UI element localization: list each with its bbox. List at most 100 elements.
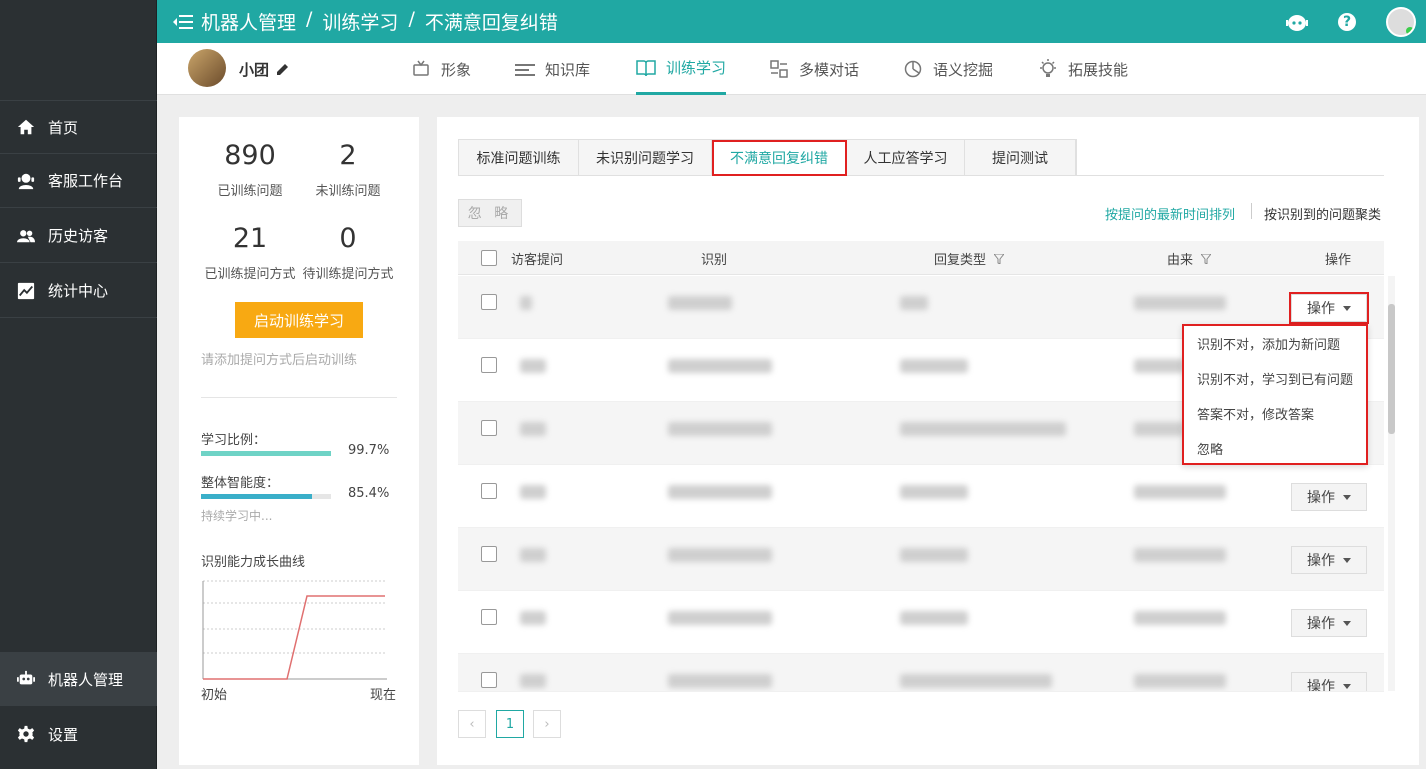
- tab-label: 拓展技能: [1068, 60, 1129, 79]
- sidebar-item-stats[interactable]: 统计中心: [0, 264, 157, 318]
- edit-icon[interactable]: [276, 62, 290, 76]
- tab-manual-answer[interactable]: 人工应答学习: [847, 140, 965, 176]
- row-action-button[interactable]: 操作: [1291, 672, 1367, 692]
- row-checkbox[interactable]: [481, 672, 497, 688]
- tab-unrecognized[interactable]: 未识别问题学习: [579, 140, 712, 176]
- redacted-reply-type: [900, 359, 968, 373]
- action-label: 操作: [1307, 553, 1335, 569]
- table-scrollbar[interactable]: [1388, 276, 1395, 691]
- redacted-source: [1134, 422, 1184, 436]
- menu-item-learn-existing[interactable]: 识别不对，学习到已有问题: [1184, 361, 1366, 396]
- intelligence-value: 85.4%: [348, 486, 390, 501]
- col-source-label: 由来: [1167, 253, 1194, 268]
- redacted-reply-type: [900, 611, 968, 625]
- redacted-recognition: [668, 422, 772, 436]
- learning-ratio-fill: [201, 451, 331, 456]
- users-icon: [16, 226, 36, 246]
- sidebar-item-label: 首页: [48, 118, 79, 137]
- redacted-question: [520, 611, 546, 625]
- row-action-button[interactable]: 操作: [1289, 292, 1369, 324]
- table-header: 访客提问 识别 回复类型 由来 操作: [458, 241, 1384, 275]
- action-label: 操作: [1307, 679, 1335, 692]
- untrained-questions-count: 2: [339, 140, 357, 171]
- row-action-button[interactable]: 操作: [1291, 609, 1367, 637]
- sidebar-item-label: 设置: [48, 725, 79, 744]
- start-training-button[interactable]: 启动训练学习: [235, 302, 363, 338]
- menu-toggle-icon[interactable]: [173, 14, 193, 30]
- redacted-source: [1134, 611, 1226, 625]
- page-button-current[interactable]: 1: [496, 710, 524, 738]
- chevron-down-icon: [1343, 305, 1351, 311]
- col-reply-type: 回复类型: [934, 249, 1005, 268]
- menu-item-edit-answer[interactable]: 答案不对，修改答案: [1184, 396, 1366, 431]
- list-icon: [515, 59, 535, 79]
- scrollbar-thumb[interactable]: [1388, 304, 1395, 434]
- select-all-checkbox[interactable]: [481, 250, 497, 266]
- bot-avatar: [188, 49, 226, 87]
- sidebar-item-robot[interactable]: 机器人管理: [0, 652, 157, 706]
- intelligence-bar: [201, 494, 331, 499]
- tab-semantic[interactable]: 语义挖掘: [903, 43, 993, 95]
- chevron-down-icon: [1343, 557, 1351, 563]
- tab-test[interactable]: 提问测试: [965, 140, 1076, 176]
- untrained-questions-label: 未训练问题: [315, 184, 381, 199]
- menu-item-add-new-question[interactable]: 识别不对，添加为新问题: [1184, 326, 1366, 361]
- growth-curve-chart: [202, 580, 387, 680]
- row-checkbox[interactable]: [481, 294, 497, 310]
- help-icon[interactable]: ?: [1338, 12, 1356, 31]
- chart-end-label: 现在: [370, 688, 397, 703]
- sort-by-cluster-link[interactable]: 按识别到的问题聚类: [1264, 204, 1381, 223]
- ignore-button[interactable]: 忽 略: [458, 199, 522, 227]
- redacted-question: [520, 485, 546, 499]
- row-checkbox[interactable]: [481, 609, 497, 625]
- sidebar-item-agent-desk[interactable]: 客服工作台: [0, 154, 157, 208]
- tab-standard-questions[interactable]: 标准问题训练: [459, 140, 579, 176]
- sidebar-item-label: 统计中心: [48, 282, 109, 300]
- row-action-button[interactable]: 操作: [1291, 546, 1367, 574]
- row-checkbox[interactable]: [481, 420, 497, 436]
- prev-page-button[interactable]: ‹: [458, 710, 486, 738]
- trained-questions-count: 890: [224, 140, 276, 171]
- sidebar-item-settings[interactable]: 设置: [0, 707, 157, 761]
- breadcrumb: 机器人管理 / 训练学习 / 不满意回复纠错: [201, 8, 558, 35]
- col-recognition: 识别: [701, 253, 728, 268]
- sort-separator: [1251, 203, 1252, 219]
- row-action-button[interactable]: 操作: [1291, 483, 1367, 511]
- tab-label: 形象: [441, 60, 472, 79]
- intelligence-label: 整体智能度：: [201, 476, 280, 491]
- col-reply-type-label: 回复类型: [934, 253, 987, 268]
- redacted-reply-type: [900, 296, 928, 310]
- row-checkbox[interactable]: [481, 546, 497, 562]
- tab-unsatisfied[interactable]: 不满意回复纠错: [712, 140, 847, 176]
- row-checkbox[interactable]: [481, 483, 497, 499]
- chevron-down-icon: [1343, 494, 1351, 500]
- sidebar-item-home[interactable]: 首页: [0, 100, 157, 154]
- tab-training[interactable]: 训练学习: [636, 43, 727, 95]
- user-avatar[interactable]: [1386, 6, 1416, 37]
- breadcrumb-item[interactable]: 训练学习: [322, 8, 398, 35]
- table-row: 操作: [458, 465, 1384, 528]
- bot-name: 小团: [239, 61, 270, 79]
- sidebar-item-history[interactable]: 历史访客: [0, 209, 157, 263]
- action-label: 操作: [1307, 616, 1335, 632]
- trained-ways-count: 21: [232, 223, 268, 254]
- tab-avatar[interactable]: 形象: [411, 43, 471, 95]
- tab-skills[interactable]: 拓展技能: [1038, 43, 1128, 95]
- robot-icon: [16, 669, 36, 689]
- redacted-source: [1134, 674, 1226, 688]
- menu-item-ignore[interactable]: 忽略: [1184, 431, 1366, 466]
- multi-icon: [769, 59, 789, 79]
- row-checkbox[interactable]: [481, 357, 497, 373]
- sort-by-time-link[interactable]: 按提问的最新时间排列: [1105, 204, 1235, 223]
- breadcrumb-item[interactable]: 机器人管理: [201, 8, 296, 35]
- tab-multimodal[interactable]: 多模对话: [769, 43, 859, 95]
- filter-icon[interactable]: [994, 253, 1005, 264]
- robot-face-icon[interactable]: [1286, 11, 1308, 33]
- redacted-source: [1134, 548, 1226, 562]
- next-page-button[interactable]: ›: [533, 710, 561, 738]
- col-visitor-question: 访客提问: [511, 253, 564, 268]
- action-dropdown-menu: 识别不对，添加为新问题 识别不对，学习到已有问题 答案不对，修改答案 忽略: [1182, 324, 1368, 465]
- tab-knowledge[interactable]: 知识库: [515, 43, 590, 95]
- filter-icon[interactable]: [1201, 253, 1212, 264]
- redacted-recognition: [668, 611, 772, 625]
